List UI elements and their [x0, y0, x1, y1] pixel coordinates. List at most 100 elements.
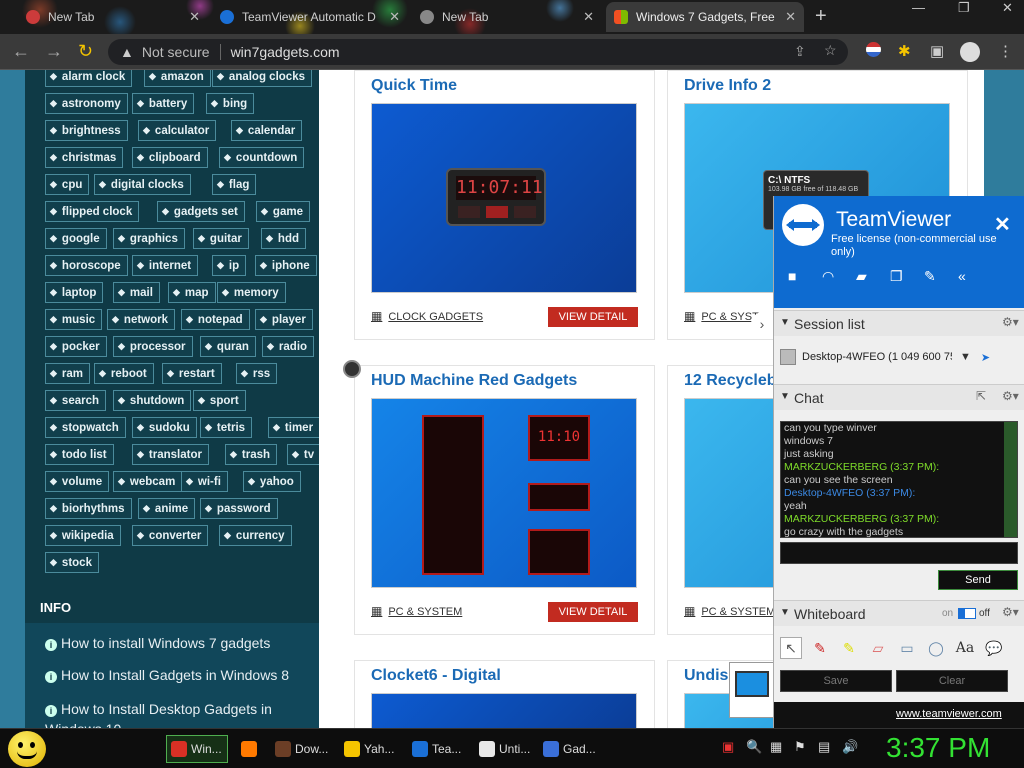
back-icon[interactable]: ← [12, 41, 30, 62]
gear-icon[interactable]: ⚙▾ [1002, 389, 1019, 403]
tag-link[interactable]: ◆ game [256, 201, 310, 222]
popout-icon[interactable]: ⇱ [976, 389, 986, 403]
category-link[interactable]: ▦ PC & SYSTEM [684, 604, 775, 618]
card-thumbnail[interactable]: 11:10 [371, 398, 637, 588]
tag-link[interactable]: ◆ battery [132, 93, 195, 114]
start-button-smiley-icon[interactable] [8, 731, 46, 767]
tag-link[interactable]: ◆ biorhythms [45, 498, 132, 519]
chevron-right-icon[interactable]: › [751, 312, 773, 336]
tag-link[interactable]: ◆ amazon [144, 70, 211, 87]
save-button[interactable]: Save [780, 670, 892, 692]
close-icon[interactable]: ✕ [785, 9, 796, 25]
select-arrow-icon[interactable]: ↖ [780, 637, 802, 659]
view-detail-button[interactable]: VIEW DETAIL [548, 602, 638, 622]
highlighter-icon[interactable]: ✎ [838, 637, 860, 659]
tag-link[interactable]: ◆ wikipedia [45, 525, 121, 546]
clear-button[interactable]: Clear [896, 670, 1008, 692]
taskbar-button[interactable]: Tea... [408, 735, 470, 763]
address-bar[interactable]: ▲ Not secure win7gadgets.com ⇪ ☆ [108, 39, 848, 65]
tag-link[interactable]: ◆ timer [268, 417, 321, 438]
tag-link[interactable]: ◆ map [168, 282, 216, 303]
session-list-header[interactable]: ▼ Session list ⚙▾ [774, 310, 1024, 336]
eraser-icon[interactable]: ▱ [867, 637, 889, 659]
headset-icon[interactable]: ◠ [822, 268, 834, 285]
close-icon[interactable]: ✕ [389, 9, 400, 25]
rectangle-icon[interactable]: ▭ [896, 637, 918, 659]
ellipse-icon[interactable]: ◯ [925, 637, 947, 659]
whiteboard-header[interactable]: ▼ Whiteboard on off ⚙▾ [774, 600, 1024, 626]
card-title[interactable]: Drive Info 2 [684, 77, 771, 95]
session-item[interactable]: Desktop-4WFEO (1 049 600 75 ▼ ➤ [780, 346, 1020, 368]
gear-icon[interactable]: ⚙▾ [1002, 605, 1019, 619]
reload-icon[interactable]: ↻ [78, 41, 93, 62]
taskbar-button[interactable]: Gad... [539, 735, 601, 763]
tag-link[interactable]: ◆ tv [287, 444, 322, 465]
forward-icon[interactable]: → [45, 41, 63, 62]
close-icon[interactable]: ✕ [189, 9, 200, 25]
chat-input[interactable] [780, 542, 1018, 564]
close-icon[interactable]: ✕ [583, 9, 594, 25]
card-thumbnail[interactable] [371, 693, 637, 728]
website-link[interactable]: www.teamviewer.com [896, 708, 1002, 720]
tab-teamviewer[interactable]: TeamViewer Automatic D ✕ [212, 2, 408, 32]
tray-app-icon[interactable]: ▣ [722, 739, 734, 755]
search-tray-icon[interactable]: 🔍 [746, 739, 762, 755]
chevron-down-icon[interactable]: ▼ [960, 351, 971, 363]
tab-new-tab-2[interactable]: New Tab ✕ [412, 2, 602, 32]
tag-link[interactable]: ◆ memory [217, 282, 286, 303]
tag-link[interactable]: ◆ webcam [113, 471, 183, 492]
bookmark-star-icon[interactable]: ☆ [824, 42, 837, 59]
pen-icon[interactable]: ✎ [809, 637, 831, 659]
tag-link[interactable]: ◆ hdd [261, 228, 306, 249]
tag-link[interactable]: ◆ christmas [45, 147, 124, 168]
tag-link[interactable]: ◆ yahoo [243, 471, 301, 492]
info-link[interactable]: i How to Install Gadgets in Windows 8 [45, 667, 289, 683]
category-link[interactable]: ▦ PC & SYSTEM [371, 604, 462, 618]
tag-link[interactable]: ◆ translator [132, 444, 209, 465]
tag-link[interactable]: ◆ player [255, 309, 313, 330]
tag-link[interactable]: ◆ restart [162, 363, 222, 384]
view-detail-button[interactable]: VIEW DETAIL [548, 307, 638, 327]
tab-new-tab-1[interactable]: New Tab ✕ [18, 2, 208, 32]
collapse-icon[interactable]: « [958, 268, 966, 284]
restore-icon[interactable]: ❐ [958, 0, 970, 16]
tag-link[interactable]: ◆ digital clocks [94, 174, 191, 195]
tag-link[interactable]: ◆ volume [45, 471, 110, 492]
share-icon[interactable]: ⇪ [794, 43, 806, 60]
tag-link[interactable]: ◆ search [45, 390, 107, 411]
flag-extension-icon[interactable] [866, 42, 881, 61]
tag-link[interactable]: ◆ cpu [45, 174, 90, 195]
tag-link[interactable]: ◆ google [45, 228, 107, 249]
tag-link[interactable]: ◆ mail [113, 282, 160, 303]
chat-header[interactable]: ▼ Chat ⇱ ⚙▾ [774, 384, 1024, 410]
tag-link[interactable]: ◆ password [200, 498, 278, 519]
tag-link[interactable]: ◆ flipped clock [45, 201, 140, 222]
tag-link[interactable]: ◆ processor [113, 336, 193, 357]
tag-link[interactable]: ◆ bing [206, 93, 255, 114]
tag-link[interactable]: ◆ converter [132, 525, 209, 546]
tag-link[interactable]: ◆ trash [225, 444, 278, 465]
tools-icon[interactable]: ✎ [924, 268, 936, 285]
tag-link[interactable]: ◆ laptop [45, 282, 104, 303]
tag-link[interactable]: ◆ reboot [94, 363, 154, 384]
profile-avatar-icon[interactable] [960, 42, 980, 66]
send-button[interactable]: Send [938, 570, 1018, 590]
tag-link[interactable]: ◆ notepad [181, 309, 250, 330]
menu-kebab-icon[interactable]: ⋮ [998, 42, 1013, 60]
tag-link[interactable]: ◆ astronomy [45, 93, 128, 114]
files-icon[interactable]: ❐ [890, 268, 903, 285]
tag-link[interactable]: ◆ countdown [219, 147, 305, 168]
sidepanel-icon[interactable]: ▣ [930, 42, 944, 60]
tag-link[interactable]: ◆ radio [262, 336, 315, 357]
tag-link[interactable]: ◆ clipboard [132, 147, 208, 168]
window-close-icon[interactable]: ✕ [1002, 0, 1013, 16]
speech-bubble-icon[interactable]: 💬 [983, 637, 1005, 659]
tag-link[interactable]: ◆ guitar [193, 228, 249, 249]
text-tool-icon[interactable]: Aa [954, 637, 976, 659]
tag-link[interactable]: ◆ ip [212, 255, 247, 276]
taskbar-button[interactable]: Win... [166, 735, 228, 763]
taskbar-button[interactable]: Unti... [475, 735, 533, 763]
tag-link[interactable]: ◆ internet [132, 255, 199, 276]
network-icon[interactable]: ▤ [818, 739, 830, 755]
tag-link[interactable]: ◆ anime [138, 498, 196, 519]
